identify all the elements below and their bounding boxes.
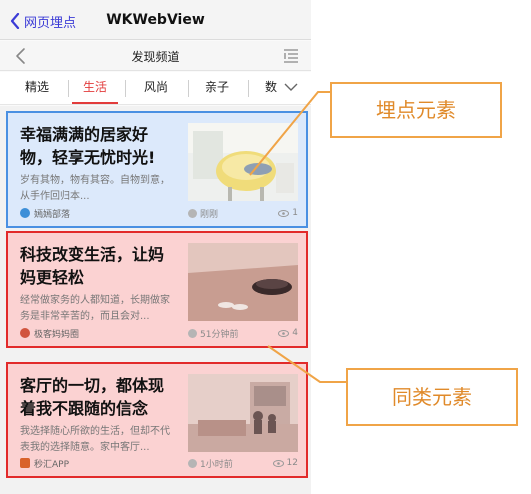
time-text: 51分钟前: [200, 329, 239, 340]
eye-icon: [278, 209, 290, 217]
article-title: 幸福满满的居家好物，轻享无忧时光!: [20, 125, 156, 167]
article-summary: 经常做家务的人都知道，长期做家务是非常辛苦的，而且会对...: [20, 295, 170, 322]
active-tab-indicator: [72, 102, 118, 104]
similar-element-callout: 同类元素: [346, 368, 518, 426]
article-title: 科技改变生活，让妈妈更轻松: [20, 245, 165, 287]
views-count: 4: [292, 328, 298, 338]
tab-qinzi[interactable]: 亲子: [192, 72, 242, 105]
clock-icon: [188, 328, 197, 338]
tab-shenghuo[interactable]: 生活: [72, 72, 118, 105]
source-avatar-icon: [20, 208, 30, 218]
source-avatar-icon: [20, 458, 30, 468]
back-button[interactable]: 网页埋点: [10, 11, 76, 31]
eye-icon: [272, 459, 284, 467]
article-title: 客厅的一切，都体现着我不跟随的信念: [20, 376, 165, 418]
article-time: 1小时前: [188, 456, 233, 470]
channel-header: 发现频道: [0, 41, 311, 71]
article-thumbnail: [188, 374, 298, 452]
tab-divider: [188, 80, 189, 97]
tab-jingxuan[interactable]: 精选: [12, 72, 62, 105]
time-text: 刚刚: [200, 209, 219, 220]
source-name: 嫣嫣部落: [34, 209, 71, 220]
article-feed: 幸福满满的居家好物，轻享无忧时光! 岁有其物，物有其容。自物到意，从手作回归本.…: [0, 106, 311, 494]
eye-icon: [278, 329, 290, 337]
article-card-tracked[interactable]: 幸福满满的居家好物，轻享无忧时光! 岁有其物，物有其容。自物到意，从手作回归本.…: [6, 111, 308, 228]
source-name: 秒汇APP: [34, 459, 70, 470]
article-thumbnail: [188, 243, 298, 321]
article-views: 1: [278, 206, 298, 220]
article-card-similar[interactable]: 客厅的一切，都体现着我不跟随的信念 我选择随心所欲的生活，但却不代表我的选择随意…: [6, 362, 308, 478]
chevron-left-icon: [10, 13, 20, 29]
article-source: 嫣嫣部落: [20, 206, 70, 220]
time-text: 1小时前: [200, 459, 233, 470]
article-views: 4: [278, 326, 298, 340]
tab-divider: [248, 80, 249, 97]
tracked-element-callout: 埋点元素: [330, 82, 502, 138]
list-menu-icon[interactable]: [283, 48, 299, 64]
source-avatar-icon: [20, 328, 30, 338]
article-source: 秒汇APP: [20, 456, 69, 470]
chevron-left-icon[interactable]: [14, 47, 28, 65]
annotated-screenshot: 网页埋点 WKWebView 发现频道 精选 生活 风尚 亲子 数 幸福满满的居…: [0, 0, 531, 494]
article-views: 12: [272, 456, 298, 470]
article-time: 刚刚: [188, 206, 218, 220]
category-tabs: 精选 生活 风尚 亲子 数: [0, 72, 311, 105]
back-button-label: 网页埋点: [24, 15, 77, 31]
article-summary: 我选择随心所欲的生活，但却不代表我的选择随意。家中客厅...: [20, 426, 170, 453]
tab-fengshang[interactable]: 风尚: [131, 72, 181, 105]
tab-shu[interactable]: 数: [258, 72, 284, 105]
article-source: 极客妈妈圈: [20, 326, 79, 340]
tab-divider: [68, 80, 69, 97]
phone-screen: 网页埋点 WKWebView 发现频道 精选 生活 风尚 亲子 数 幸福满满的居…: [0, 0, 311, 494]
source-name: 极客妈妈圈: [34, 329, 80, 340]
tab-divider: [125, 80, 126, 97]
clock-icon: [188, 208, 197, 218]
channel-title: 发现频道: [131, 50, 180, 64]
chevron-down-icon[interactable]: [283, 79, 299, 95]
article-summary: 岁有其物，物有其容。自物到意，从手作回归本...: [20, 175, 170, 202]
article-time: 51分钟前: [188, 326, 238, 340]
clock-icon: [188, 458, 197, 468]
views-count: 12: [286, 458, 298, 468]
article-card-similar[interactable]: 科技改变生活，让妈妈更轻松 经常做家务的人都知道，长期做家务是非常辛苦的，而且会…: [6, 231, 308, 348]
article-thumbnail: [188, 123, 298, 201]
navigation-bar: 网页埋点 WKWebView: [0, 0, 311, 40]
views-count: 1: [292, 208, 298, 218]
